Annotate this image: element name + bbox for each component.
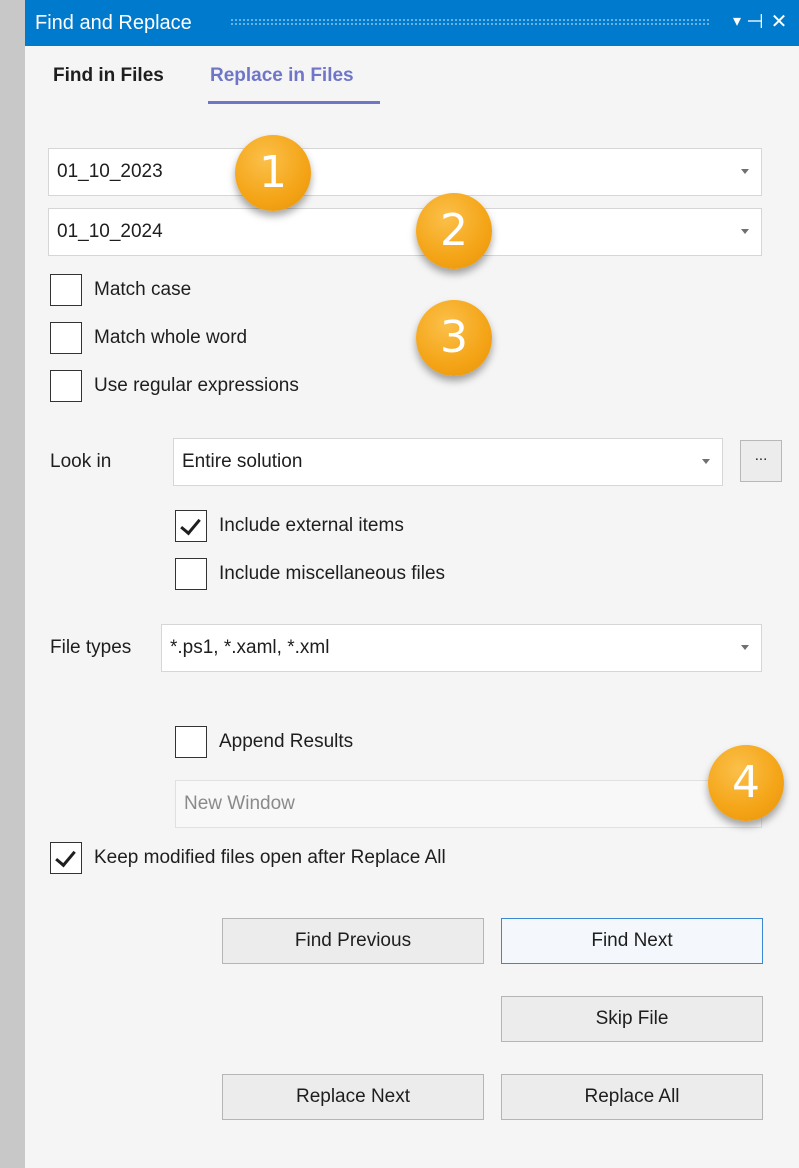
append-results-checkbox[interactable]	[175, 726, 207, 758]
chevron-down-icon[interactable]	[741, 169, 749, 174]
append-results-label: Append Results	[219, 731, 354, 752]
find-replace-panel: Find and Replace ▾ ⊣ ✕ Find in Files Rep…	[25, 0, 799, 1168]
tab-replace-in-files[interactable]: Replace in Files	[210, 64, 354, 88]
replace-with-combo[interactable]: 01_10_2024	[48, 208, 762, 256]
window-title: Find and Replace	[35, 12, 192, 34]
step-badge-1: 1	[235, 135, 311, 211]
include-external-label: Include external items	[219, 515, 404, 536]
match-whole-word-label: Match whole word	[94, 327, 248, 348]
match-case-checkbox[interactable]	[50, 274, 82, 306]
find-what-value: 01_10_2023	[57, 161, 163, 182]
file-types-value: *.ps1, *.xaml, *.xml	[170, 637, 330, 658]
replace-all-button[interactable]: Replace All	[501, 1074, 763, 1120]
look-in-combo[interactable]: Entire solution	[173, 438, 723, 486]
tab-strip: Find in Files Replace in Files	[25, 46, 799, 110]
match-whole-word-checkbox[interactable]	[50, 322, 82, 354]
find-previous-button[interactable]: Find Previous	[222, 918, 484, 964]
replace-next-button[interactable]: Replace Next	[222, 1074, 484, 1120]
pin-icon[interactable]: ⊣	[743, 9, 767, 35]
keep-open-checkbox[interactable]	[50, 842, 82, 874]
results-window-combo: New Window	[175, 780, 762, 828]
results-window-value: New Window	[184, 793, 295, 814]
active-tab-indicator	[208, 101, 380, 104]
step-badge-4: 4	[708, 745, 784, 821]
include-misc-checkbox[interactable]	[175, 558, 207, 590]
skip-file-button[interactable]: Skip File	[501, 996, 763, 1042]
checkmark-icon	[180, 513, 201, 536]
file-types-combo[interactable]: *.ps1, *.xaml, *.xml	[161, 624, 762, 672]
use-regex-label: Use regular expressions	[94, 375, 299, 396]
include-external-checkbox[interactable]	[175, 510, 207, 542]
file-types-label: File types	[50, 637, 132, 658]
titlebar: Find and Replace ▾ ⊣ ✕	[25, 0, 799, 46]
chevron-down-icon[interactable]	[741, 645, 749, 650]
find-next-button[interactable]: Find Next	[501, 918, 763, 964]
find-what-combo[interactable]: 01_10_2023	[48, 148, 762, 196]
chevron-down-icon[interactable]	[702, 459, 710, 464]
browse-folders-button[interactable]: ...	[740, 440, 782, 482]
look-in-label: Look in	[50, 451, 112, 472]
left-dock-strip	[0, 0, 25, 1168]
tab-find-in-files[interactable]: Find in Files	[53, 64, 164, 88]
step-badge-2: 2	[416, 193, 492, 269]
drag-grip[interactable]	[230, 18, 710, 26]
match-case-label: Match case	[94, 279, 192, 300]
close-icon[interactable]: ✕	[767, 9, 791, 35]
look-in-value: Entire solution	[182, 451, 303, 472]
chevron-down-icon[interactable]	[741, 229, 749, 234]
step-badge-3: 3	[416, 300, 492, 376]
include-misc-label: Include miscellaneous files	[219, 563, 446, 584]
use-regex-checkbox[interactable]	[50, 370, 82, 402]
replace-with-value: 01_10_2024	[57, 221, 163, 242]
checkmark-icon	[55, 845, 76, 868]
keep-open-label: Keep modified files open after Replace A…	[94, 847, 446, 868]
